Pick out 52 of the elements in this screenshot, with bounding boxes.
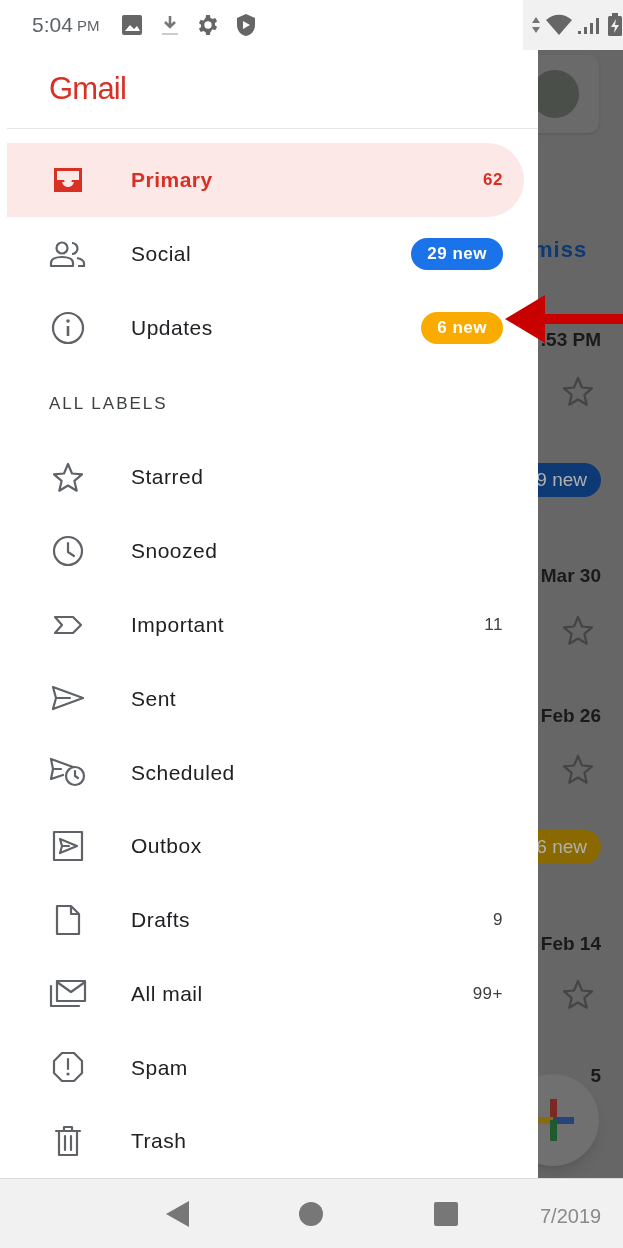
drawer-item[interactable]: Outbox: [7, 809, 503, 883]
stacked-mail-icon: [48, 977, 88, 1010]
drawer-item[interactable]: Social 29 new: [7, 216, 503, 292]
drawer-item[interactable]: Trash: [7, 1104, 503, 1179]
drawer-item[interactable]: Snoozed: [7, 514, 503, 588]
new-count-badge: 29 new: [411, 238, 503, 270]
send-icon: [50, 684, 86, 713]
star-icon: [51, 461, 85, 494]
data-arrows-icon: [531, 16, 541, 34]
dimmed-date: .53 PM: [540, 328, 601, 352]
scheduled-send-icon: [48, 756, 88, 789]
clock-period: PM: [76, 16, 100, 37]
dimmed-date: 5: [590, 1064, 601, 1088]
back-icon[interactable]: [164, 1199, 191, 1228]
drawer-item[interactable]: Updates 6 new: [7, 291, 503, 366]
dimmed-star-icon: [561, 978, 595, 1010]
dimmed-star-icon: [561, 753, 595, 785]
dimmed-date: 7/2019: [540, 1204, 602, 1229]
clock-icon: [51, 533, 85, 568]
dimmed-star-icon: [561, 614, 595, 646]
drawer-item[interactable]: Sent: [7, 661, 503, 736]
unread-count: 11: [484, 613, 503, 636]
recents-icon[interactable]: [432, 1200, 459, 1227]
drawer-item[interactable]: All mail 99+: [7, 956, 503, 1031]
outbox-icon: [51, 829, 85, 864]
dimmed-date: Feb 14: [540, 932, 601, 956]
unread-count: 62: [483, 169, 503, 192]
shield-play-icon: [235, 13, 258, 37]
clock-time: 5:04: [32, 12, 73, 39]
spam-icon: [51, 1050, 85, 1085]
new-count-badge: 6 new: [421, 312, 503, 345]
drawer-item[interactable]: Starred: [7, 440, 503, 514]
dimmed-date: Feb 26: [540, 704, 601, 728]
document-icon: [53, 902, 83, 937]
app-logo: Gmail: [49, 69, 127, 108]
info-icon: [50, 310, 86, 347]
drawer-item[interactable]: Drafts 9: [7, 882, 503, 957]
unread-count: 9: [493, 909, 503, 932]
drawer-item[interactable]: Scheduled: [7, 735, 503, 810]
wifi-icon: [545, 14, 573, 36]
people-icon: [48, 240, 88, 268]
unread-count: 99+: [472, 982, 503, 1005]
trash-icon: [53, 1124, 83, 1159]
home-icon[interactable]: [298, 1200, 325, 1227]
image-icon: [121, 14, 144, 36]
drawer-item[interactable]: Spam: [7, 1030, 503, 1105]
dimmed-star-icon: [561, 375, 595, 407]
settings-icon: [197, 14, 220, 36]
dimmed-date: Mar 30: [540, 564, 601, 588]
drawer-item[interactable]: Primary 62: [7, 142, 524, 217]
drawer-item[interactable]: Important 11: [7, 587, 503, 662]
section-heading: ALL LABELS: [49, 392, 168, 415]
